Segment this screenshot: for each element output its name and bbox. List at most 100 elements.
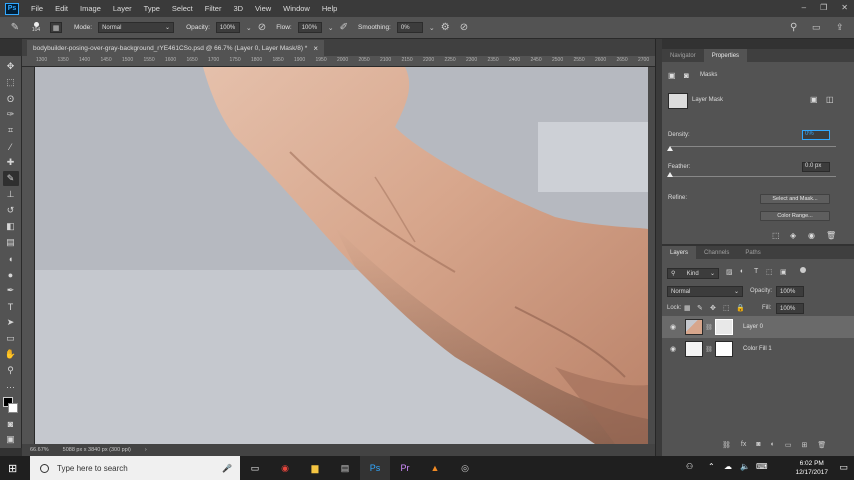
menu-select[interactable]: Select (166, 4, 199, 13)
fill-field[interactable]: 100% (776, 303, 804, 314)
menu-layer[interactable]: Layer (107, 4, 138, 13)
trash-icon[interactable]: 🗑 (826, 231, 836, 240)
tab-navigator[interactable]: Navigator (662, 49, 704, 62)
layer-filter-select[interactable]: ⚲ Kind ⌄ (667, 268, 719, 279)
layer-row[interactable]: ◉ ⛓ Layer 0 (662, 316, 854, 338)
blur-tool-icon[interactable]: ◖ (3, 251, 19, 266)
dodge-tool-icon[interactable]: ● (3, 267, 19, 282)
eye-icon[interactable]: ◉ (808, 231, 815, 240)
feather-field[interactable]: 0.0 px (802, 162, 830, 172)
minimize-button[interactable]: – (802, 3, 806, 12)
tab-channels[interactable]: Channels (696, 246, 737, 259)
healing-brush-tool-icon[interactable]: ✚ (3, 155, 19, 170)
color-range-button[interactable]: Color Range... (760, 211, 830, 221)
menu-file[interactable]: File (25, 4, 49, 13)
color-chips[interactable] (2, 397, 20, 415)
link-icon[interactable]: ⛓ (705, 324, 713, 331)
menu-edit[interactable]: Edit (49, 4, 74, 13)
browser-icon[interactable]: ◎ (450, 456, 480, 480)
menu-3d[interactable]: 3D (227, 4, 249, 13)
menu-help[interactable]: Help (316, 4, 343, 13)
lock-artboard-icon[interactable]: ⬚ (723, 304, 730, 312)
feather-slider-track[interactable] (670, 176, 836, 177)
adjustment-layer-icon[interactable]: ◐ (771, 441, 775, 449)
tab-layers[interactable]: Layers (662, 246, 697, 259)
taskbar-search[interactable]: Type here to search 🎤 (30, 456, 240, 480)
select-and-mask-button[interactable]: Select and Mask... (760, 194, 830, 204)
pressure-opacity-icon[interactable]: ⊘ (258, 22, 266, 33)
eye-icon[interactable]: ◉ (667, 323, 679, 331)
vector-mask-icon[interactable]: ◙ (684, 71, 689, 80)
density-slider-handle[interactable] (667, 146, 673, 151)
filter-adjustment-icon[interactable]: ◐ (740, 268, 744, 275)
eraser-tool-icon[interactable]: ◧ (3, 219, 19, 234)
clock[interactable]: 6:02 PM 12/17/2017 (795, 459, 828, 477)
screen-mode-icon[interactable]: ▣ (3, 432, 19, 447)
gradient-tool-icon[interactable]: ▤ (3, 235, 19, 250)
notifications-icon[interactable]: ▭ (839, 462, 848, 473)
trash-icon[interactable]: 🗑 (817, 441, 826, 449)
pressure-size-icon[interactable]: ⊘ (460, 22, 468, 33)
hand-tool-icon[interactable]: ✋ (3, 347, 19, 362)
feather-slider-handle[interactable] (667, 172, 673, 177)
document-tab[interactable]: bodybuilder-posing-over-gray-background_… (27, 40, 324, 56)
smoothing-field[interactable]: 0% (396, 22, 423, 33)
density-slider-track[interactable] (670, 146, 836, 147)
menu-view[interactable]: View (249, 4, 277, 13)
close-tab-icon[interactable]: × (313, 44, 318, 53)
layer-row[interactable]: ◉ ⛓ Color Fill 1 (662, 338, 854, 360)
lasso-tool-icon[interactable]: ʘ (3, 91, 19, 106)
menu-filter[interactable]: Filter (199, 4, 228, 13)
chevron-down-icon[interactable]: ⌄ (429, 24, 435, 32)
chrome-icon[interactable]: ◉ (270, 456, 300, 480)
tab-properties[interactable]: Properties (703, 49, 748, 62)
flow-field[interactable]: 100% (297, 22, 322, 33)
menu-image[interactable]: Image (74, 4, 107, 13)
filter-type-icon[interactable]: T (754, 268, 758, 275)
link-icon[interactable]: ⛓ (705, 346, 713, 353)
menu-window[interactable]: Window (277, 4, 316, 13)
menu-type[interactable]: Type (138, 4, 166, 13)
chevron-right-icon[interactable]: › (145, 447, 147, 453)
search-icon[interactable]: ⚲ (790, 22, 797, 33)
new-group-icon[interactable]: ▭ (785, 441, 792, 449)
layer-opacity-field[interactable]: 100% (776, 286, 804, 297)
brush-settings-icon[interactable]: ▦ (50, 22, 62, 33)
people-icon[interactable]: ⚇ (686, 462, 693, 471)
chevron-up-icon[interactable]: ⌃ (708, 462, 715, 471)
lock-position-icon[interactable]: ✥ (710, 304, 716, 312)
tab-paths[interactable]: Paths (737, 246, 768, 259)
eye-icon[interactable]: ◉ (667, 345, 679, 353)
vlc-icon[interactable]: ▲ (420, 456, 450, 480)
crop-tool-icon[interactable]: ⌗ (3, 123, 19, 138)
pen-tool-icon[interactable]: ✒ (3, 283, 19, 298)
zoom-level[interactable]: 66.67% (30, 447, 49, 453)
close-button[interactable]: ✕ (841, 3, 848, 12)
filter-toggle-icon[interactable] (800, 267, 806, 273)
windows-start-icon[interactable]: ⊞ (8, 462, 17, 475)
workspace-icon[interactable]: ▭ (812, 22, 821, 33)
filter-shape-icon[interactable]: ⬚ (766, 268, 773, 276)
canvas-scrollbar[interactable] (648, 67, 655, 444)
photoshop-taskbar-icon[interactable]: Ps (360, 456, 390, 480)
clone-stamp-tool-icon[interactable]: ⊥ (3, 187, 19, 202)
restore-button[interactable]: ❐ (820, 3, 827, 12)
layer-mask-thumbnail[interactable] (715, 341, 733, 357)
brush-tool-icon[interactable]: ✎ (8, 22, 22, 33)
marquee-tool-icon[interactable]: ⬚ (3, 75, 19, 90)
network-icon[interactable]: ☁ (724, 462, 732, 471)
zoom-tool-icon[interactable]: ⚲ (3, 363, 19, 378)
opacity-field[interactable]: 100% (215, 22, 240, 33)
lock-transparent-icon[interactable]: ▦ (684, 304, 691, 312)
canvas[interactable] (35, 67, 648, 444)
history-brush-tool-icon[interactable]: ↺ (3, 203, 19, 218)
path-select-tool-icon[interactable]: ➤ (3, 315, 19, 330)
filter-smart-object-icon[interactable]: ▣ (780, 268, 787, 276)
rectangle-tool-icon[interactable]: ▭ (3, 331, 19, 346)
chevron-down-icon[interactable]: ⌄ (246, 24, 252, 32)
move-tool-icon[interactable]: ✥ (3, 59, 19, 74)
add-vector-mask-icon[interactable]: ◫ (826, 95, 834, 104)
lock-image-icon[interactable]: ✎ (697, 304, 703, 312)
microphone-icon[interactable]: 🎤 (222, 464, 232, 473)
task-view-icon[interactable]: ▭ (240, 456, 270, 480)
